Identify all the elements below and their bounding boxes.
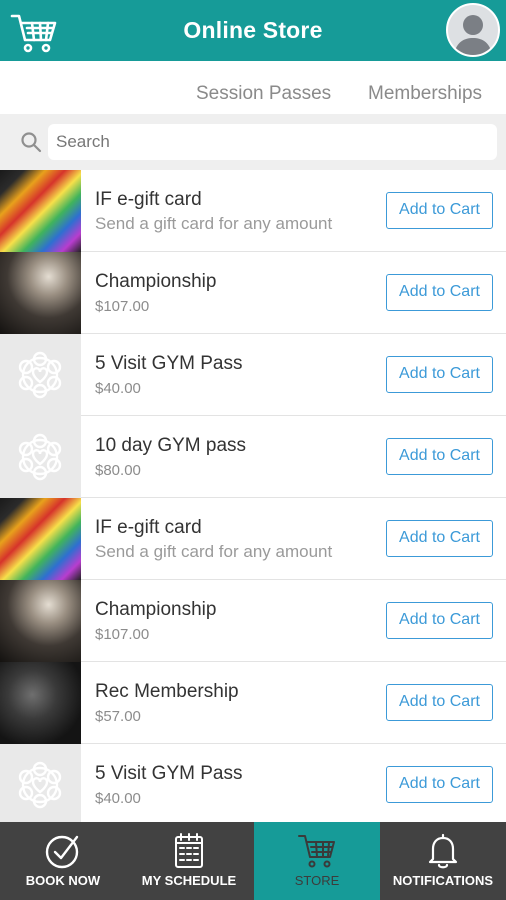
product-row[interactable]: IF e-gift card Send a gift card for any a… xyxy=(0,170,506,252)
search-input[interactable] xyxy=(48,124,497,160)
product-row[interactable]: IF e-gift card Send a gift card for any a… xyxy=(0,498,506,580)
store-cart-icon xyxy=(298,835,335,868)
nav-notifications[interactable]: NOTIFICATIONS xyxy=(380,822,506,900)
bottom-navigation: BOOK NOW MY SCHEDULE STORE NOTIFICATIONS xyxy=(0,822,506,900)
product-name: 5 Visit GYM Pass xyxy=(95,763,243,784)
product-price: $107.00 xyxy=(95,298,150,315)
add-to-cart-button[interactable]: Add to Cart xyxy=(386,274,493,311)
product-price: $40.00 xyxy=(95,380,141,397)
store-subtabs: Session Passes Memberships xyxy=(0,61,506,114)
product-row[interactable]: Championship $107.00 Add to Cart xyxy=(0,252,506,334)
search-bar xyxy=(0,114,506,170)
nav-book-now[interactable]: BOOK NOW xyxy=(0,822,126,900)
product-price: $80.00 xyxy=(95,462,141,479)
app-header: Online Store xyxy=(0,0,506,61)
check-circle-icon xyxy=(45,835,79,869)
add-to-cart-button[interactable]: Add to Cart xyxy=(386,520,493,557)
product-thumbnail xyxy=(0,252,81,334)
product-name: Rec Membership xyxy=(95,681,239,702)
add-to-cart-button[interactable]: Add to Cart xyxy=(386,766,493,803)
logo-icon xyxy=(18,433,62,481)
add-to-cart-button[interactable]: Add to Cart xyxy=(386,602,493,639)
nav-store[interactable]: STORE xyxy=(254,822,380,900)
product-thumbnail xyxy=(0,334,81,416)
logo-icon xyxy=(18,761,62,809)
product-row[interactable]: 5 Visit GYM Pass $40.00 Add to Cart xyxy=(0,744,506,822)
product-row[interactable]: 5 Visit GYM Pass $40.00 Add to Cart xyxy=(0,334,506,416)
product-price: $40.00 xyxy=(95,790,141,807)
bell-icon xyxy=(428,833,458,869)
add-to-cart-button[interactable]: Add to Cart xyxy=(386,438,493,475)
product-thumbnail xyxy=(0,662,81,744)
product-thumbnail xyxy=(0,170,81,252)
product-name: IF e-gift card xyxy=(95,189,202,210)
add-to-cart-button[interactable]: Add to Cart xyxy=(386,684,493,721)
nav-label: NOTIFICATIONS xyxy=(392,873,494,888)
product-description: Send a gift card for any amount xyxy=(95,542,333,561)
product-list: IF e-gift card Send a gift card for any a… xyxy=(0,170,506,822)
product-name: 10 day GYM pass xyxy=(95,435,247,456)
nav-my-schedule[interactable]: MY SCHEDULE xyxy=(126,822,252,900)
add-to-cart-button[interactable]: Add to Cart xyxy=(386,192,493,229)
product-name: Championship xyxy=(95,599,217,620)
nav-label: BOOK NOW xyxy=(25,873,101,888)
product-price: $107.00 xyxy=(95,626,150,643)
product-description: Send a gift card for any amount xyxy=(95,214,333,233)
tab-session-passes[interactable]: Session Passes xyxy=(196,83,331,105)
nav-label: STORE xyxy=(294,873,340,888)
search-icon xyxy=(21,132,42,153)
product-row[interactable]: Rec Membership $57.00 Add to Cart xyxy=(0,662,506,744)
add-to-cart-button[interactable]: Add to Cart xyxy=(386,356,493,393)
page-title: Online Store xyxy=(183,17,323,43)
calendar-icon xyxy=(175,833,203,868)
product-thumbnail xyxy=(0,580,81,662)
product-name: 5 Visit GYM Pass xyxy=(95,353,243,374)
product-name: Championship xyxy=(95,271,217,292)
product-thumbnail xyxy=(0,416,81,498)
product-thumbnail xyxy=(0,498,81,580)
product-name: IF e-gift card xyxy=(95,517,202,538)
nav-label: MY SCHEDULE xyxy=(141,873,237,888)
product-price: $57.00 xyxy=(95,708,141,725)
product-row[interactable]: 10 day GYM pass $80.00 Add to Cart xyxy=(0,416,506,498)
user-avatar-icon[interactable] xyxy=(446,3,500,57)
tab-memberships[interactable]: Memberships xyxy=(368,83,482,105)
product-thumbnail xyxy=(0,744,81,822)
logo-icon xyxy=(18,351,62,399)
product-row[interactable]: Championship $107.00 Add to Cart xyxy=(0,580,506,662)
